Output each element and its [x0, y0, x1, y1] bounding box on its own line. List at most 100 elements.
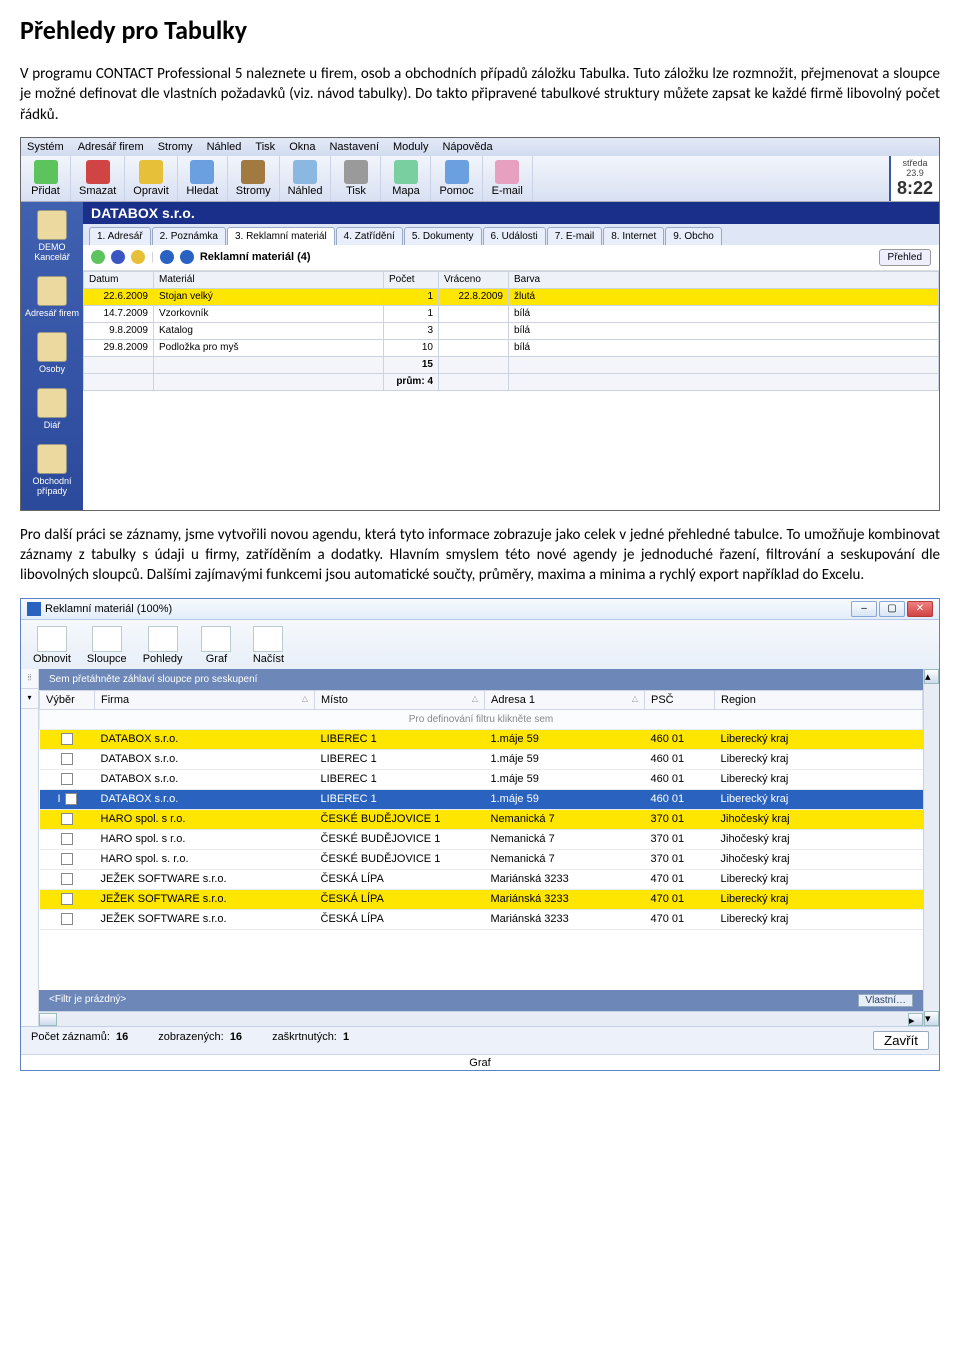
row-checkbox[interactable]	[61, 873, 73, 885]
tab-item[interactable]: 2. Poznámka	[152, 227, 226, 245]
column-header[interactable]: Firma △	[95, 690, 315, 709]
table-row[interactable]: 14.7.2009Vzorkovník1bílá	[84, 305, 939, 322]
table-row[interactable]: DATABOX s.r.o.LIBEREC 11.máje 59460 01Li…	[40, 729, 923, 749]
side-diary-button[interactable]: Diář	[21, 384, 83, 440]
menu-item[interactable]: Stromy	[158, 141, 193, 153]
gutter-columns-icon[interactable]: ⦙⦙	[21, 669, 38, 689]
row-checkbox[interactable]	[61, 913, 73, 925]
tab-item[interactable]: 9. Obcho	[665, 227, 722, 245]
tab-item[interactable]: 5. Dokumenty	[404, 227, 482, 245]
column-header[interactable]: Místo △	[315, 690, 485, 709]
side-firms-button[interactable]: Adresář firem	[21, 272, 83, 328]
search-button[interactable]: Hledat	[178, 156, 228, 201]
column-header[interactable]: Počet	[384, 271, 439, 288]
menu-item[interactable]: Tisk	[255, 141, 275, 153]
clock-widget: středa23.98:22	[889, 156, 939, 201]
chart-button[interactable]: Graf	[192, 624, 240, 667]
table-row[interactable]: IDATABOX s.r.o.LIBEREC 11.máje 59460 01L…	[40, 789, 923, 809]
custom-filter-button[interactable]: Vlastní…	[858, 994, 913, 1007]
overview-grid[interactable]: VýběrFirma △Místo △Adresa 1 △PSČRegion P…	[39, 690, 923, 930]
info2-icon[interactable]	[180, 250, 194, 264]
email-button[interactable]: E-mail	[483, 156, 533, 201]
remove-icon[interactable]	[111, 250, 125, 264]
table-row[interactable]: DATABOX s.r.o.LIBEREC 11.máje 59460 01Li…	[40, 749, 923, 769]
map-button[interactable]: Mapa	[381, 156, 431, 201]
menu-item[interactable]: Nápověda	[442, 141, 492, 153]
side-office-button[interactable]: DEMOKancelář	[21, 206, 83, 272]
side-persons-icon	[37, 332, 67, 362]
tab-item[interactable]: 3. Reklamní materiál	[227, 227, 335, 245]
gutter-filter-icon[interactable]: ▾	[21, 689, 38, 709]
views-button[interactable]: Pohledy	[137, 624, 189, 667]
tab-item[interactable]: 1. Adresář	[89, 227, 151, 245]
data-grid[interactable]: DatumMateriálPočetVrácenoBarva 22.6.2009…	[83, 271, 939, 391]
delete-button[interactable]: Smazat	[71, 156, 125, 201]
row-checkbox[interactable]	[61, 753, 73, 765]
app-icon	[27, 602, 41, 616]
table-row[interactable]: HARO spol. s r.o.ČESKÉ BUDĚJOVICE 1Neman…	[40, 809, 923, 829]
filter-hint-row[interactable]: Pro definování filtru klikněte sem	[40, 709, 923, 729]
column-header[interactable]: Adresa 1 △	[485, 690, 645, 709]
row-checkbox[interactable]	[61, 833, 73, 845]
table-row[interactable]: HARO spol. s. r.o.ČESKÉ BUDĚJOVICE 1Nema…	[40, 849, 923, 869]
columns-button[interactable]: Sloupce	[81, 624, 133, 667]
table-row[interactable]: JEŽEK SOFTWARE s.r.o.ČESKÁ LÍPAMariánská…	[40, 889, 923, 909]
tab-item[interactable]: 8. Internet	[603, 227, 664, 245]
row-checkbox[interactable]	[61, 813, 73, 825]
tab-item[interactable]: 7. E-mail	[547, 227, 602, 245]
help-button[interactable]: Pomoc	[431, 156, 482, 201]
tab-item[interactable]: 6. Události	[483, 227, 546, 245]
add-icon[interactable]	[91, 250, 105, 264]
column-header[interactable]: Barva	[509, 271, 939, 288]
column-header[interactable]: Materiál	[154, 271, 384, 288]
table-row[interactable]: JEŽEK SOFTWARE s.r.o.ČESKÁ LÍPAMariánská…	[40, 909, 923, 929]
refresh-button[interactable]: Obnovit	[27, 624, 77, 667]
row-checkbox[interactable]	[61, 853, 73, 865]
side-cases-button[interactable]: Obchodní případy	[21, 440, 83, 506]
edit-icon[interactable]	[131, 250, 145, 264]
table-row[interactable]: HARO spol. s r.o.ČESKÉ BUDĚJOVICE 1Neman…	[40, 829, 923, 849]
print-button[interactable]: Tisk	[331, 156, 381, 201]
filter-status-bar: <Filtr je prázdný> Vlastní…	[39, 990, 923, 1011]
row-checkbox[interactable]	[65, 793, 77, 805]
table-row[interactable]: DATABOX s.r.o.LIBEREC 11.máje 59460 01Li…	[40, 769, 923, 789]
graf-tab[interactable]: Graf	[21, 1054, 939, 1070]
close-button[interactable]: ✕	[907, 601, 933, 617]
preview-button[interactable]: Náhled	[280, 156, 332, 201]
menu-item[interactable]: Okna	[289, 141, 315, 153]
table-row[interactable]: 22.6.2009Stojan velký122.8.2009žlutá	[84, 288, 939, 305]
minimize-button[interactable]: –	[851, 601, 877, 617]
table-row[interactable]: 9.8.2009Katalog3bílá	[84, 322, 939, 339]
column-header[interactable]: Vráceno	[439, 271, 509, 288]
edit-button[interactable]: Opravit	[125, 156, 177, 201]
side-persons-button[interactable]: Osoby	[21, 328, 83, 384]
maximize-button[interactable]: ▢	[879, 601, 905, 617]
column-header[interactable]: Region	[715, 690, 923, 709]
overview-button[interactable]: Přehled	[879, 249, 931, 266]
column-header[interactable]: PSČ	[645, 690, 715, 709]
row-checkbox[interactable]	[61, 773, 73, 785]
status-bar: Počet záznamů: 16 zobrazených: 16 zaškrt…	[21, 1026, 939, 1054]
menu-item[interactable]: Náhled	[207, 141, 242, 153]
vertical-scrollbar[interactable]: ▴▾	[923, 669, 939, 1026]
table-row[interactable]: 29.8.2009Podložka pro myš10bílá	[84, 339, 939, 356]
group-by-hint[interactable]: Sem přetáhněte záhlaví sloupce pro sesku…	[39, 669, 923, 690]
info-icon[interactable]	[160, 250, 174, 264]
close-overview-button[interactable]: Zavřít	[873, 1031, 929, 1050]
column-header[interactable]: Výběr	[40, 690, 95, 709]
table-row[interactable]: JEŽEK SOFTWARE s.r.o.ČESKÁ LÍPAMariánská…	[40, 869, 923, 889]
row-checkbox[interactable]	[61, 733, 73, 745]
trees-button[interactable]: Stromy	[228, 156, 280, 201]
menu-item[interactable]: Nastavení	[329, 141, 379, 153]
add-icon	[34, 160, 58, 184]
menu-item[interactable]: Moduly	[393, 141, 428, 153]
tab-item[interactable]: 4. Zatřídění	[336, 227, 403, 245]
load-button[interactable]: Načíst	[244, 624, 292, 667]
horizontal-scrollbar[interactable]: ▸	[39, 1011, 923, 1026]
add-button[interactable]: Přidat	[21, 156, 71, 201]
column-header[interactable]: Datum	[84, 271, 154, 288]
row-checkbox[interactable]	[61, 893, 73, 905]
menu-item[interactable]: Systém	[27, 141, 64, 153]
preview-icon	[293, 160, 317, 184]
menu-item[interactable]: Adresář firem	[78, 141, 144, 153]
